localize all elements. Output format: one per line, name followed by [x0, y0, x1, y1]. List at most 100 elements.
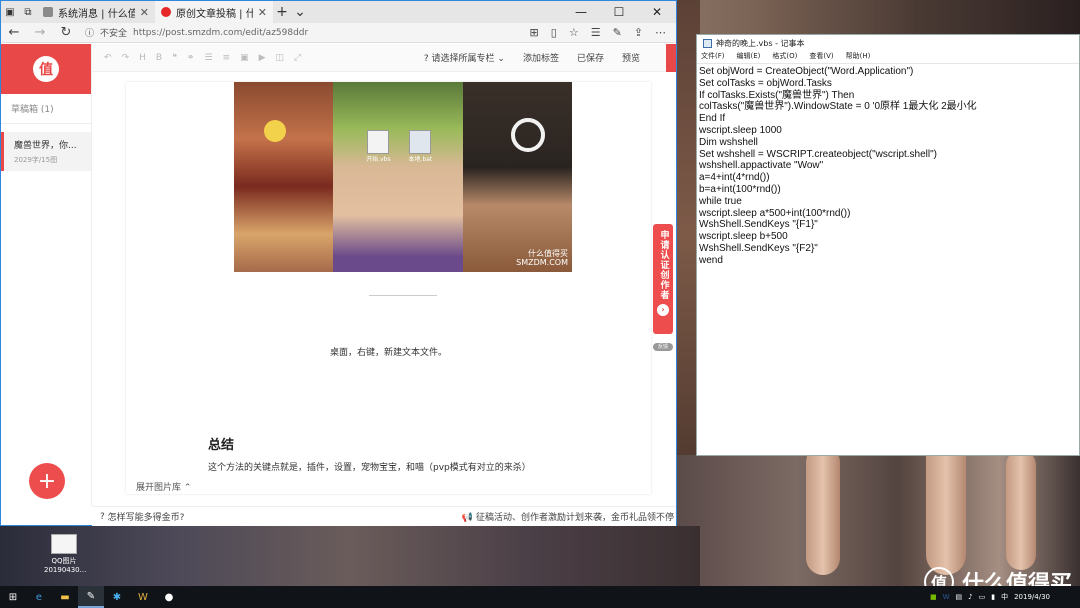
url-text[interactable]: https://post.smzdm.com/edit/az598ddr: [133, 28, 308, 38]
article-image[interactable]: 开始.vbs 本地.bat 什么值得买 SMZDM.COM: [234, 82, 572, 272]
arc-reactor-icon: [510, 118, 545, 152]
apply-creator-badge[interactable]: 申请认证创作者 ›: [653, 224, 673, 334]
close-window-icon[interactable]: ✕: [638, 5, 676, 19]
network-icon[interactable]: ▤: [956, 593, 963, 601]
smzdm-task-icon[interactable]: ●: [156, 586, 182, 608]
wallpaper-figure: [806, 445, 840, 575]
preview-button[interactable]: 预览: [622, 51, 640, 64]
help-link[interactable]: 怎样写能多得金币?: [108, 510, 185, 523]
battlenet-icon[interactable]: ✱: [104, 586, 130, 608]
menu-edit[interactable]: 编辑(E): [737, 51, 761, 63]
edge-icon[interactable]: e: [26, 586, 52, 608]
vbs-file-name: 开始.vbs: [366, 156, 391, 163]
volume-icon[interactable]: ♪: [968, 593, 972, 601]
address-bar: ← → ↻ ⓘ 不安全 https://post.smzdm.com/edit/…: [1, 23, 676, 43]
editor-canvas[interactable]: 开始.vbs 本地.bat 什么值得买 SMZDM.COM 桌面，右键，新建文本…: [126, 82, 651, 494]
notice-banner[interactable]: 📢 征稿活动、创作者激励计划来袭，金币礼品领不停: [462, 510, 676, 523]
reading-view-icon[interactable]: ▯: [551, 26, 557, 39]
link-icon[interactable]: ⚭: [187, 53, 195, 63]
word-icon[interactable]: W: [943, 593, 950, 601]
menu-view[interactable]: 查看(V): [809, 51, 833, 63]
add-draft-button[interactable]: +: [29, 463, 65, 499]
drafts-label[interactable]: 草稿箱 (1): [1, 94, 91, 124]
watermark-text: 什么值得买: [528, 248, 568, 258]
help-icon: ?: [423, 54, 429, 64]
favorite-star-icon[interactable]: ☆: [569, 26, 579, 39]
ime-indicator[interactable]: 中: [1001, 592, 1008, 602]
new-tab-icon[interactable]: +: [273, 4, 291, 20]
publish-tab[interactable]: [666, 43, 676, 72]
bat-file-icon: 本地.bat: [405, 130, 435, 163]
wallpaper-figure: [1006, 450, 1036, 570]
site-logo[interactable]: 值: [1, 44, 91, 94]
image-icon[interactable]: ▣: [240, 53, 249, 63]
quote-icon[interactable]: ❝: [172, 53, 177, 63]
menu-file[interactable]: 文件(F): [701, 51, 725, 63]
maximize-icon[interactable]: ☐: [600, 5, 638, 19]
favorites-hub-icon[interactable]: ☰: [591, 26, 601, 39]
battery-icon[interactable]: ▮: [991, 593, 995, 601]
info-icon[interactable]: ⓘ: [85, 26, 94, 39]
set-aside-icon[interactable]: ⧉: [19, 1, 37, 23]
tab-title: 系统消息 | 什么值得买: [58, 8, 135, 20]
menu-help[interactable]: 帮助(H): [846, 51, 871, 63]
chevron-down-icon: ⌄: [497, 54, 505, 64]
divider: [369, 295, 437, 296]
close-tab-icon[interactable]: ✕: [258, 6, 267, 19]
monitor-icon[interactable]: ▭: [979, 593, 986, 601]
add-tag-button[interactable]: 添加标签: [523, 51, 559, 64]
share-icon[interactable]: ⇪: [634, 26, 643, 39]
feedback-button[interactable]: 反馈: [653, 343, 673, 351]
vbs-file-icon: 开始.vbs: [363, 130, 393, 163]
bold-icon[interactable]: B: [156, 53, 162, 63]
notepad-title: 神奇的晚上.vbs - 记事本: [716, 38, 805, 48]
close-tab-icon[interactable]: ✕: [140, 6, 149, 19]
start-windows-icon[interactable]: ⊞: [0, 586, 26, 608]
tab-system-messages[interactable]: 系统消息 | 什么值得买 ✕: [37, 1, 155, 23]
video-icon[interactable]: ▶: [259, 53, 266, 63]
notice-text: 征稿活动、创作者激励计划来袭，金币礼品领不停: [475, 513, 674, 523]
draft-title: 魔兽世界，你...: [14, 141, 77, 151]
nvidia-icon[interactable]: ■: [930, 593, 937, 601]
menu-format[interactable]: 格式(O): [772, 51, 797, 63]
refresh-icon[interactable]: ↻: [53, 25, 79, 40]
bat-file-name: 本地.bat: [408, 156, 433, 163]
file-explorer-icon[interactable]: ▬: [52, 586, 78, 608]
more-icon[interactable]: ⋯: [655, 26, 666, 39]
clock[interactable]: 2019/4/30: [1014, 593, 1050, 602]
heading-icon[interactable]: H: [139, 53, 146, 63]
list-icon[interactable]: ☰: [204, 53, 212, 63]
desktop-file[interactable]: QQ图片 20190430...: [44, 534, 87, 574]
fullscreen-icon[interactable]: ⤢: [294, 53, 301, 63]
draft-item[interactable]: 魔兽世界，你... 2029字/15图: [1, 132, 91, 171]
pen-icon[interactable]: ✎: [613, 26, 622, 39]
back-icon[interactable]: ←: [1, 25, 27, 40]
tab-post-edit[interactable]: 原创文章投稿 | 什么值得 ✕: [155, 1, 273, 23]
product-icon[interactable]: ◫: [276, 53, 285, 63]
clock-date: 2019/4/30: [1014, 592, 1050, 601]
url-field[interactable]: ⓘ 不安全 https://post.smzdm.com/edit/az598d…: [85, 26, 530, 40]
arrow-right-icon: ›: [657, 304, 669, 316]
tab-actions-icon[interactable]: ▣: [1, 1, 19, 23]
forward-icon[interactable]: →: [27, 25, 53, 40]
system-tray: ■ W ▤ ♪ ▭ ▮ 中 2019/4/30: [930, 592, 1080, 602]
summary-paragraph[interactable]: 这个方法的关键点就是，插件，设置，宠物宝宝，和喵（pvp模式有对立的来杀）: [208, 460, 531, 473]
tab-list-chevron-icon[interactable]: ⌄: [291, 4, 309, 20]
megaphone-icon: 📢: [461, 513, 474, 523]
undo-icon[interactable]: ↶: [104, 53, 112, 63]
paragraph-caption[interactable]: 桌面，右键，新建文本文件。: [126, 345, 651, 358]
notepad-task-icon[interactable]: ✎: [78, 586, 104, 608]
redo-icon[interactable]: ↷: [122, 53, 130, 63]
photo-panel: 什么值得买 SMZDM.COM: [462, 82, 572, 272]
section-heading[interactable]: 总结: [208, 434, 234, 453]
notepad-text-area[interactable]: Set objWord = CreateObject("Word.Applica…: [697, 63, 1079, 267]
wallpaper-figure: [926, 435, 966, 575]
desktop-file-name: QQ图片 20190430...: [44, 557, 87, 574]
ordered-list-icon[interactable]: ≡: [223, 53, 231, 63]
column-select[interactable]: ? 请选择所属专栏 ⌄: [424, 51, 505, 64]
minimize-icon[interactable]: —: [562, 5, 600, 19]
qr-icon[interactable]: ⊞: [530, 26, 539, 39]
wow-icon[interactable]: W: [130, 586, 156, 608]
expand-gallery-button[interactable]: 展开图片库 ⌃: [136, 480, 191, 493]
gear-file-icon: [409, 130, 432, 154]
